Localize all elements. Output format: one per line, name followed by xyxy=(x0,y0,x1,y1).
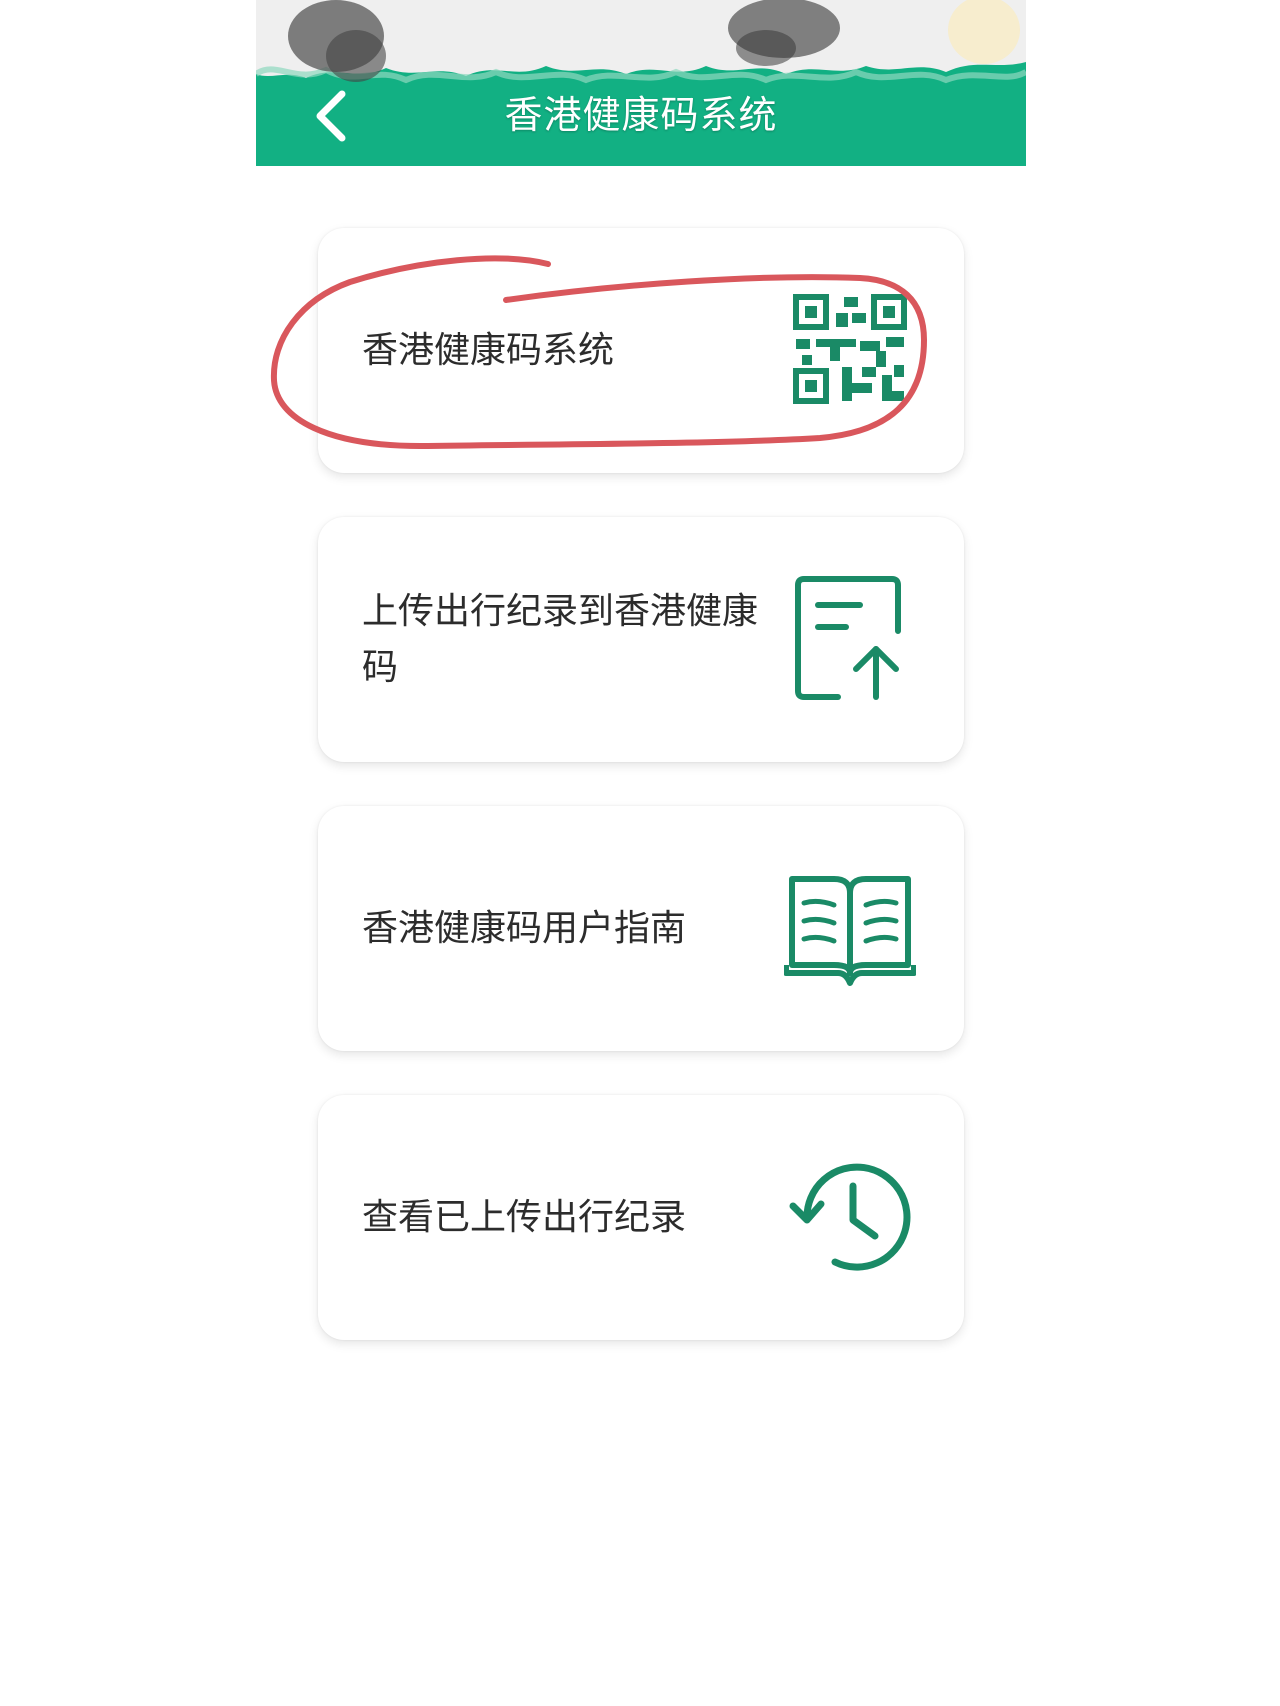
menu-item-label: 香港健康码系统 xyxy=(362,329,615,371)
qr-code-icon xyxy=(780,286,920,416)
page-title: 香港健康码系统 xyxy=(504,93,778,137)
page: 香港健康码系统 香港健康码系统 上传出行纪录到香港健康码 香港健康码用户指南 查… xyxy=(0,0,1280,1706)
app-header: 香港健康码系统 xyxy=(256,0,1026,166)
history-clock-icon xyxy=(780,1153,920,1283)
menu-item-health-code-system[interactable]: 香港健康码系统 xyxy=(318,228,964,473)
menu-item-label: 查看已上传出行纪录 xyxy=(362,1196,687,1238)
menu-item-label: 香港健康码用户指南 xyxy=(362,907,687,949)
menu-item-user-guide[interactable]: 香港健康码用户指南 xyxy=(318,806,964,1051)
document-upload-icon xyxy=(780,575,920,705)
menu-item-upload-travel-record[interactable]: 上传出行纪录到香港健康码 xyxy=(318,517,964,762)
menu-item-label: 上传出行纪录到香港健康码 xyxy=(362,590,759,688)
menu-list: 香港健康码系统 上传出行纪录到香港健康码 香港健康码用户指南 查看已上传出行纪录 xyxy=(318,228,964,1384)
open-book-icon xyxy=(780,864,920,994)
header-decoration xyxy=(256,0,1026,166)
menu-item-view-uploaded-records[interactable]: 查看已上传出行纪录 xyxy=(318,1095,964,1340)
